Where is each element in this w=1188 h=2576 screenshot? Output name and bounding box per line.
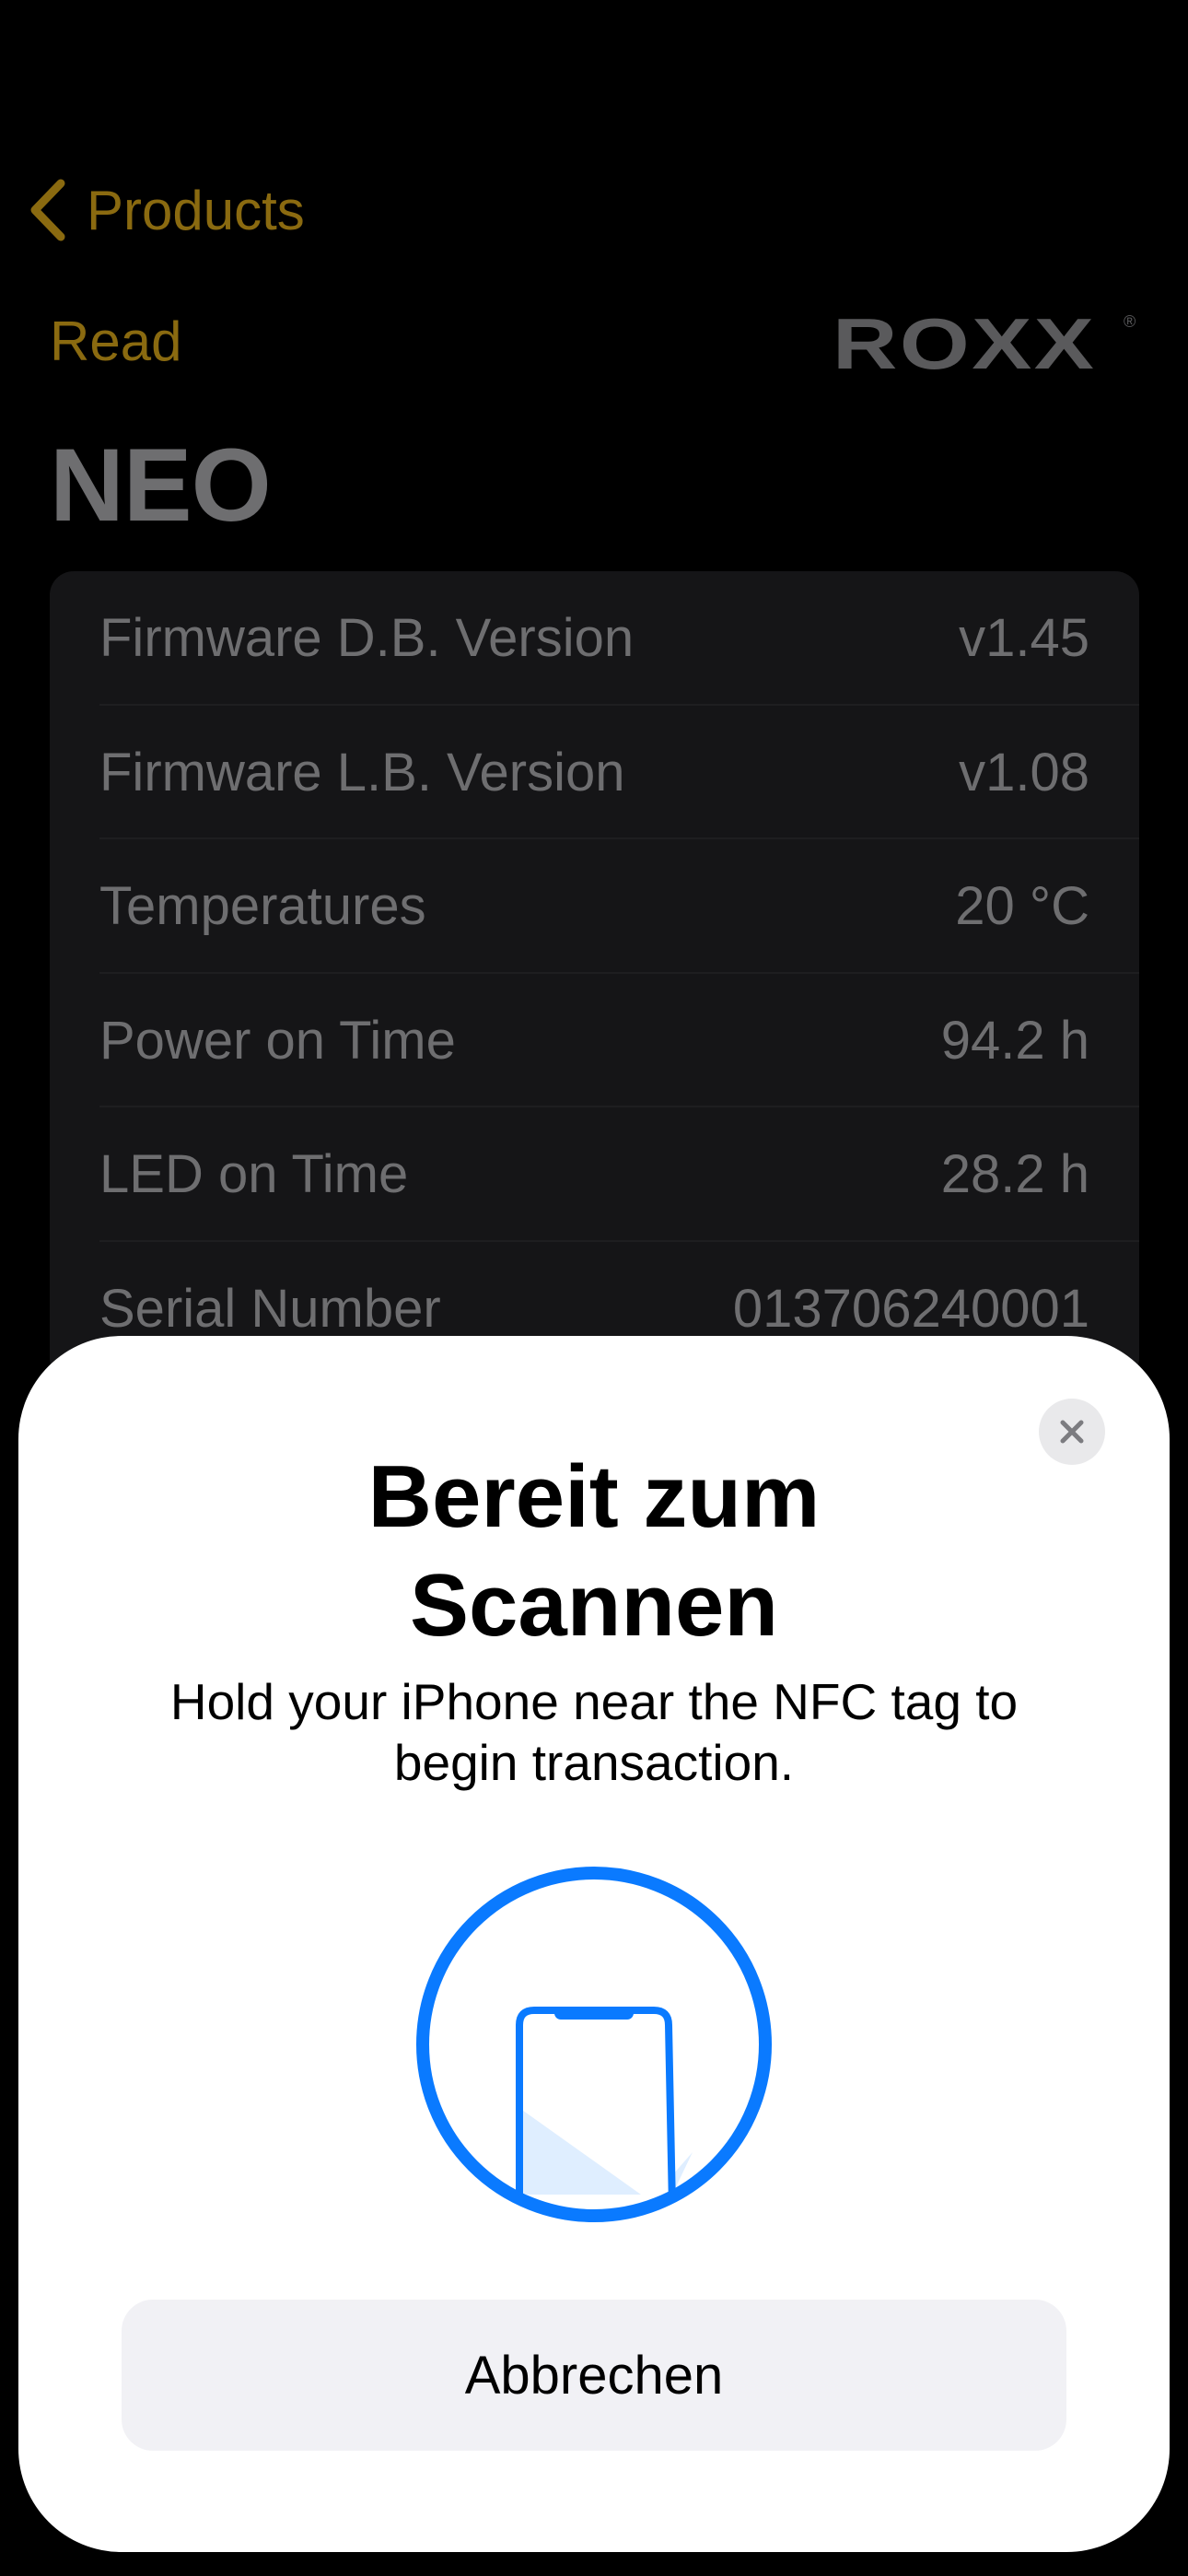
info-row-power-on-time: Power on Time 94.2 h [50,974,1139,1108]
close-icon [1060,1420,1084,1444]
info-row-firmware-db: Firmware D.B. Version v1.45 [50,571,1139,706]
sheet-title-line2: Scannen [409,1556,779,1655]
info-row-led-on-time: LED on Time 28.2 h [50,1107,1139,1242]
sheet-message: Hold your iPhone near the NFC tag to beg… [111,1671,1077,1793]
info-value: 28.2 h [940,1144,1089,1205]
info-value: 20 °C [955,876,1089,937]
device-info-card: Firmware D.B. Version v1.45 Firmware L.B… [50,571,1139,1382]
sheet-message-line2: begin transaction. [393,1734,795,1791]
chevron-left-icon [30,179,65,241]
brand-logo: ROXX ® [833,303,1136,384]
info-value: 013706240001 [732,1278,1089,1339]
info-label: Temperatures [99,876,426,937]
back-button[interactable]: Products [24,173,305,247]
info-label: Serial Number [99,1278,441,1339]
sheet-title-line1: Bereit zum [367,1447,821,1546]
info-label: LED on Time [99,1144,409,1205]
nfc-scan-sheet: Bereit zum Scannen Hold your iPhone near… [18,1336,1170,2552]
read-button[interactable]: Read [50,310,181,373]
phone-scan-icon [416,1867,772,2222]
info-label: Firmware D.B. Version [99,608,635,669]
info-value: v1.08 [959,742,1089,802]
info-row-firmware-lb: Firmware L.B. Version v1.08 [50,706,1139,840]
info-value: 94.2 h [940,1010,1089,1071]
info-label: Power on Time [99,1010,456,1071]
page-title: NEO [50,427,272,543]
cancel-button[interactable]: Abbrechen [122,2300,1066,2451]
sheet-message-line1: Hold your iPhone near the NFC tag to [169,1673,1019,1730]
sheet-title: Bereit zum Scannen [18,1443,1170,1660]
back-label: Products [87,179,305,241]
info-label: Firmware L.B. Version [99,742,625,802]
info-row-temperatures: Temperatures 20 °C [50,839,1139,974]
info-value: v1.45 [959,608,1089,669]
registered-mark: ® [1124,312,1136,331]
brand-wordmark: ROXX [833,303,1097,384]
